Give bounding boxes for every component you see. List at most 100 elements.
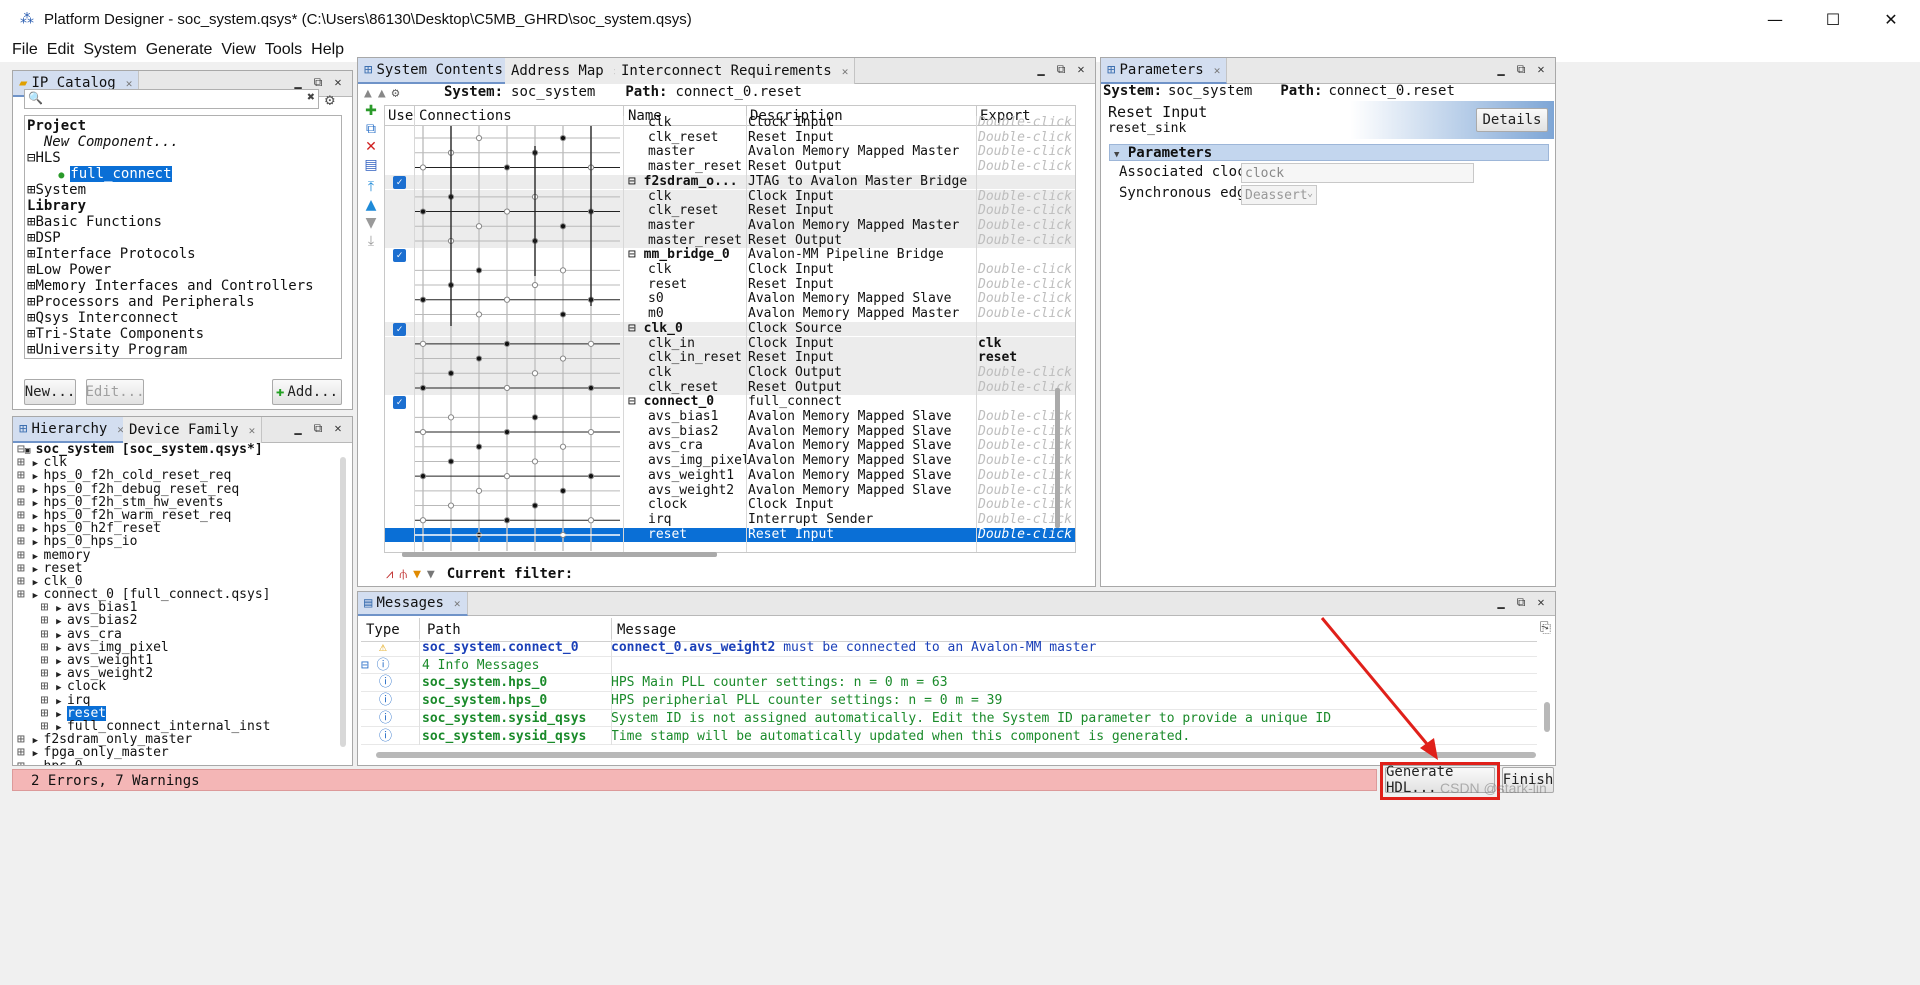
menu-system[interactable]: System [83, 41, 136, 59]
tree-expander-icon[interactable] [27, 166, 52, 182]
connection-point[interactable] [447, 458, 455, 465]
connection-point[interactable] [475, 487, 483, 494]
connection-point[interactable] [419, 164, 427, 171]
export-cell[interactable]: Double-click [978, 130, 1072, 146]
gear-icon[interactable]: ⚙ [325, 90, 335, 109]
ip-tree-item[interactable]: ⊞Interface Protocols [27, 246, 341, 262]
ip-tree-item[interactable]: ⊞Tri-State Components [27, 326, 341, 342]
ip-tree-item[interactable]: ● full_connect [27, 166, 341, 182]
add-icon[interactable]: ✚ [363, 103, 379, 119]
export-cell[interactable]: Double-click [978, 262, 1072, 278]
connection-point[interactable] [503, 517, 511, 524]
export-cell[interactable]: reset [978, 350, 1017, 366]
export-cell[interactable]: Double-click [978, 203, 1072, 219]
ip-tree-item[interactable]: New Component... [27, 134, 341, 150]
copy-messages-icon[interactable]: ⎘ [1540, 620, 1551, 636]
connections-graph[interactable] [415, 126, 623, 553]
tab-hierarchy[interactable]: ⊞ Hierarchy ✕ [13, 417, 131, 443]
hierarchy-item[interactable]: ⊞ ▶ avs_weight2 [17, 667, 335, 680]
edit-icon[interactable]: ▤ [363, 157, 379, 173]
connection-point[interactable] [587, 517, 595, 524]
remove-icon[interactable]: ✕ [363, 139, 379, 155]
export-cell[interactable]: clk [978, 336, 1001, 352]
connection-point[interactable] [559, 267, 567, 274]
connection-point[interactable] [531, 414, 539, 421]
close-panel-icon[interactable]: ✕ [330, 75, 346, 90]
hierarchy-item[interactable]: ⊞ ▶ avs_bias1 [17, 601, 335, 614]
hierarchy-item[interactable]: ⊞ ▶ avs_img_pixel [17, 641, 335, 654]
move-up-icon[interactable]: ▲ [363, 197, 379, 213]
ip-tree-item[interactable]: ⊞Low Power [27, 262, 341, 278]
tab-interconnect-requirements[interactable]: Interconnect Requirements ✕ [615, 58, 856, 84]
minimize-panel-icon[interactable]: ▁ [290, 421, 306, 436]
connection-point[interactable] [475, 355, 483, 362]
export-cell[interactable]: Double-click [978, 306, 1072, 322]
ip-tree-item[interactable]: Project [27, 118, 341, 134]
connection-point[interactable] [503, 296, 511, 303]
connection-point[interactable] [503, 428, 511, 436]
export-cell[interactable]: Double-click [978, 527, 1072, 543]
connection-point[interactable] [531, 370, 539, 377]
close-panel-icon[interactable]: ✕ [1073, 62, 1089, 77]
connection-point[interactable] [587, 340, 595, 347]
ip-tree-item[interactable]: ⊞Basic Functions [27, 214, 341, 230]
connection-point[interactable] [419, 384, 427, 392]
export-cell[interactable]: Double-click [978, 292, 1072, 307]
minimize-panel-icon[interactable]: ▁ [1493, 595, 1509, 610]
connection-point[interactable] [559, 223, 567, 230]
minimize-panel-icon[interactable]: ▁ [1493, 62, 1509, 77]
filter-reset-icon[interactable]: ⫛ [399, 567, 407, 582]
close-tab-icon[interactable]: ✕ [454, 597, 461, 610]
connection-point[interactable] [559, 487, 567, 494]
hierarchy-scrollbar[interactable] [340, 457, 346, 747]
use-checkbox[interactable]: ✓ [393, 322, 406, 336]
duplicate-icon[interactable]: ⧉ [363, 121, 379, 137]
details-button[interactable]: Details [1476, 108, 1548, 132]
export-cell[interactable]: Double-click [978, 365, 1072, 381]
float-panel-icon[interactable]: ⧉ [310, 421, 326, 436]
clear-search-icon[interactable]: ✖ [307, 90, 315, 105]
filter-clock-icon[interactable]: ⩘ [386, 567, 393, 582]
tab-parameters[interactable]: ⊞ Parameters ✕ [1101, 58, 1228, 84]
menu-edit[interactable]: Edit [47, 41, 75, 59]
synchronous-edges-select[interactable]: Deassert ⌄ [1241, 185, 1317, 205]
ip-tree-item[interactable]: Library [27, 198, 341, 214]
back-icon[interactable]: ▲ [364, 86, 372, 101]
connection-point[interactable] [503, 208, 511, 215]
connection-point[interactable] [503, 384, 511, 392]
minimize-panel-icon[interactable]: ▁ [290, 75, 306, 90]
close-tab-icon[interactable]: ✕ [1214, 64, 1221, 77]
clear-filter-icon[interactable]: ▼ [427, 567, 435, 582]
move-bottom-icon[interactable]: ⤓ [363, 233, 379, 249]
export-cell[interactable]: Double-click [978, 233, 1072, 249]
connection-point[interactable] [503, 340, 511, 347]
export-cell[interactable]: Double-click [978, 115, 1072, 131]
close-panel-icon[interactable]: ✕ [1533, 595, 1549, 610]
connection-point[interactable] [419, 517, 427, 524]
use-checkbox[interactable]: ✓ [393, 175, 406, 189]
connection-point[interactable] [419, 208, 427, 215]
export-cell[interactable]: Double-click [978, 159, 1072, 175]
export-cell[interactable]: Double-click [978, 277, 1072, 293]
connection-point[interactable] [447, 370, 455, 377]
close-button[interactable]: ✕ [1862, 0, 1920, 38]
close-tab-icon[interactable]: ✕ [126, 77, 133, 90]
collapse-icon[interactable]: ⊟ [628, 174, 644, 189]
connection-point[interactable] [587, 428, 595, 436]
connection-point[interactable] [559, 443, 567, 450]
filter-icon[interactable]: ▼ [413, 567, 421, 582]
hierarchy-item[interactable]: ⊞ ▶ clock [17, 680, 335, 693]
connection-point[interactable] [559, 311, 567, 318]
connection-point[interactable] [587, 384, 595, 392]
connection-point[interactable] [559, 355, 567, 362]
connection-point[interactable] [503, 473, 511, 480]
ip-tree-item[interactable]: ⊞DSP [27, 230, 341, 246]
close-panel-icon[interactable]: ✕ [1533, 62, 1549, 77]
menu-generate[interactable]: Generate [146, 41, 213, 59]
connection-point[interactable] [447, 414, 455, 421]
ip-search-field[interactable]: 🔍 ✖ [24, 89, 319, 109]
float-panel-icon[interactable]: ⧉ [1513, 62, 1529, 77]
tab-messages[interactable]: ▤ Messages ✕ [358, 592, 468, 616]
export-cell[interactable]: Double-click [978, 218, 1072, 234]
ip-tree-item[interactable]: ⊞System [27, 182, 341, 198]
